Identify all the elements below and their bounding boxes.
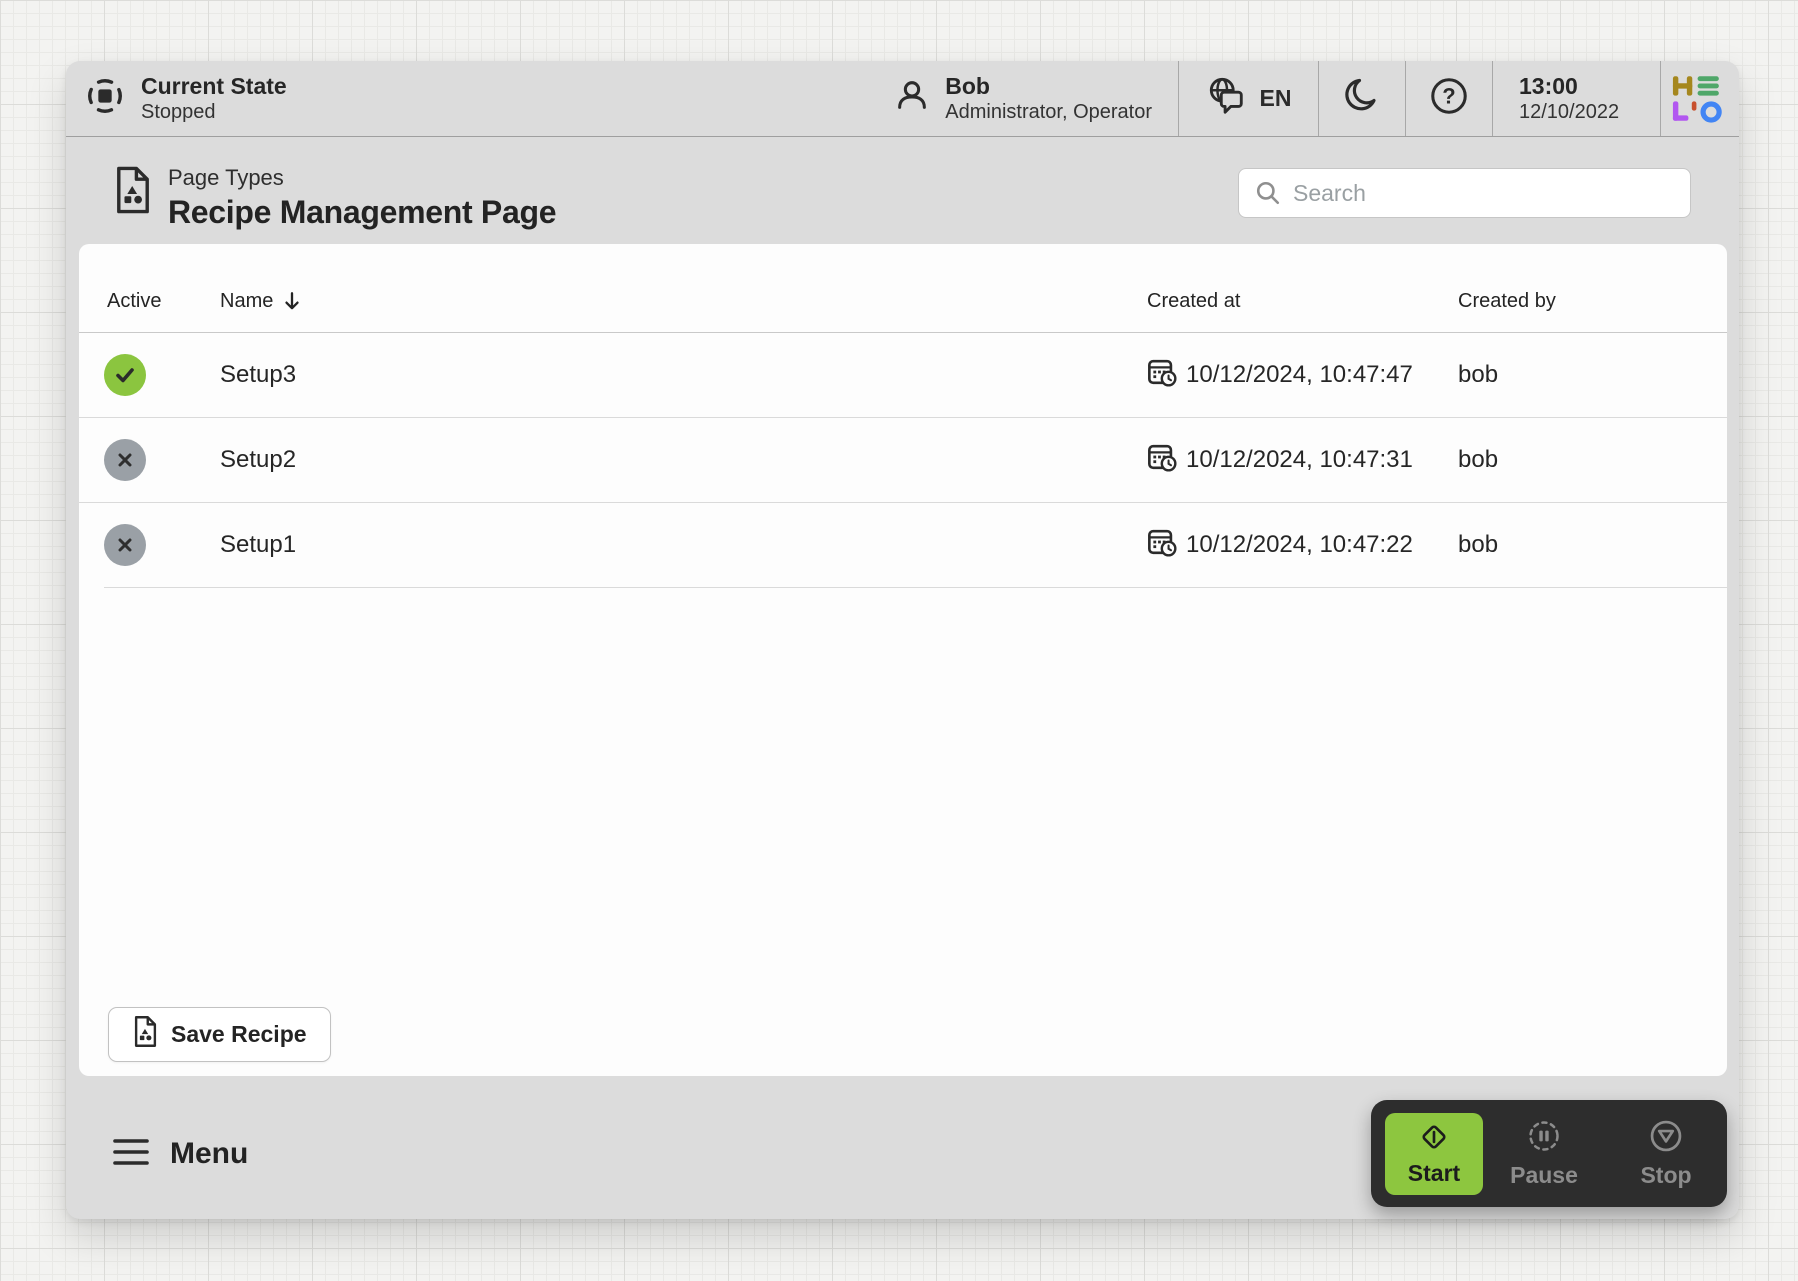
- user-name: Bob: [945, 73, 990, 100]
- search-icon: [1256, 181, 1280, 205]
- stop-label: Stop: [1640, 1162, 1692, 1188]
- column-header-created-by[interactable]: Created by: [1458, 290, 1727, 313]
- app-window: Current State Stopped Bob Administrator,…: [66, 61, 1739, 1219]
- recipe-table-card: Active Name Created at Created by Setup3…: [79, 244, 1727, 1076]
- x-icon: [118, 453, 132, 467]
- state-label: Current State: [141, 73, 287, 100]
- language-code: EN: [1259, 85, 1292, 111]
- machine-state: Current State Stopped: [66, 61, 287, 136]
- save-recipe-label: Save Recipe: [171, 1021, 307, 1047]
- recipe-name: Setup3: [220, 361, 297, 388]
- recipe-created-by: bob: [1458, 531, 1499, 558]
- recipe-created-at: 10/12/2024, 10:47:22: [1186, 531, 1413, 558]
- column-header-active[interactable]: Active: [104, 290, 220, 313]
- search-input[interactable]: [1238, 168, 1691, 218]
- recipe-row[interactable]: Setup3 10/12/2024, 10:47:47 bob: [79, 332, 1727, 417]
- recipe-name: Setup2: [220, 446, 297, 473]
- table-header-row: Active Name Created at Created by: [79, 244, 1727, 332]
- pause-button[interactable]: Pause: [1483, 1100, 1605, 1207]
- active-status-toggle[interactable]: [104, 524, 146, 566]
- clock-date: 12/10/2022: [1519, 100, 1620, 123]
- hamburger-icon: [112, 1137, 150, 1172]
- save-recipe-icon: [132, 1015, 159, 1054]
- pause-label: Pause: [1510, 1162, 1578, 1188]
- state-value: Stopped: [141, 100, 216, 123]
- sort-descending-icon: [285, 292, 300, 310]
- stop-button[interactable]: Stop: [1605, 1100, 1727, 1207]
- column-header-name[interactable]: Name: [220, 290, 1147, 313]
- page-title: Recipe Management Page: [168, 194, 557, 230]
- recipe-created-at: 10/12/2024, 10:47:47: [1186, 361, 1413, 388]
- stopped-state-icon: [84, 75, 126, 122]
- recipe-name: Setup1: [220, 531, 297, 558]
- recipe-page-icon: [112, 165, 154, 220]
- save-recipe-button[interactable]: Save Recipe: [108, 1007, 331, 1062]
- recipe-created-by: bob: [1458, 446, 1499, 473]
- recipe-created-by: bob: [1458, 361, 1499, 388]
- help-icon: ?: [1428, 75, 1470, 122]
- recipe-row[interactable]: Setup1 10/12/2024, 10:47:22 bob: [79, 502, 1727, 587]
- active-status-toggle[interactable]: [104, 354, 146, 396]
- start-icon: [1418, 1121, 1450, 1156]
- dark-mode-toggle[interactable]: [1318, 61, 1405, 136]
- svg-text:?: ?: [1442, 84, 1455, 109]
- language-selector[interactable]: EN: [1178, 61, 1318, 136]
- clock-time: 13:00: [1519, 73, 1578, 100]
- start-button[interactable]: Start: [1385, 1112, 1483, 1195]
- x-icon: [118, 538, 132, 552]
- help-button[interactable]: ?: [1405, 61, 1492, 136]
- user-menu[interactable]: Bob Administrator, Operator: [893, 61, 1178, 136]
- column-header-created-at[interactable]: Created at: [1147, 290, 1458, 313]
- table-body: Setup3 10/12/2024, 10:47:47 bob Setup2 1…: [79, 332, 1727, 587]
- recipe-row[interactable]: Setup2 10/12/2024, 10:47:31 bob: [79, 417, 1727, 502]
- breadcrumb: Page Types: [168, 165, 284, 190]
- menu-label: Menu: [170, 1137, 249, 1170]
- start-label: Start: [1407, 1159, 1461, 1186]
- clock-display: 13:00 12/10/2022: [1492, 61, 1660, 136]
- recipe-created-at: 10/12/2024, 10:47:31: [1186, 446, 1413, 473]
- calendar-clock-icon: [1147, 357, 1177, 394]
- stop-icon: [1648, 1118, 1684, 1157]
- table-bottom-divider: [104, 587, 1727, 588]
- top-status-bar: Current State Stopped Bob Administrator,…: [66, 61, 1739, 137]
- moon-icon: [1342, 76, 1382, 121]
- user-roles: Administrator, Operator: [945, 100, 1152, 123]
- pause-icon: [1526, 1118, 1562, 1157]
- machine-control-panel: Start Pause Stop: [1371, 1100, 1727, 1207]
- calendar-clock-icon: [1147, 442, 1177, 479]
- calendar-clock-icon: [1147, 527, 1177, 564]
- language-globe-icon: [1206, 76, 1248, 122]
- user-icon: [893, 77, 931, 120]
- page-header: Page Types Recipe Management Page: [66, 137, 1739, 243]
- menu-button[interactable]: Menu: [112, 1129, 248, 1179]
- active-status-toggle[interactable]: [104, 439, 146, 481]
- check-icon: [116, 368, 134, 383]
- helio-logo: [1660, 61, 1739, 136]
- search-box: [1238, 168, 1691, 218]
